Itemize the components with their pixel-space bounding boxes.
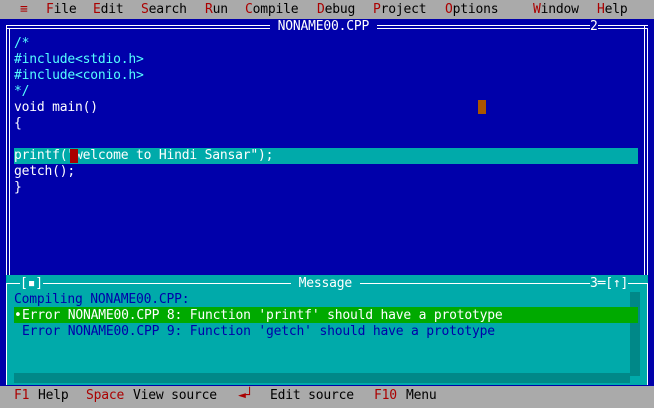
message-scrollbar[interactable] <box>630 292 640 376</box>
status-f10-label: Menu <box>406 388 437 403</box>
status-bar: F1 Help Space View source ◄┘ Edit source… <box>0 386 654 408</box>
menu-debug[interactable]: Debug <box>317 2 355 18</box>
status-f1-key[interactable]: F1 <box>14 388 29 404</box>
menu-edit[interactable]: Edit <box>93 2 124 18</box>
code-line-1[interactable]: /* <box>14 36 29 52</box>
message-title: Message <box>291 276 360 292</box>
menu-window[interactable]: Window <box>533 2 579 18</box>
status-enter-label: Edit source <box>270 388 354 403</box>
editor-title[interactable]: NONAME00.CPP <box>270 19 377 35</box>
menu-options[interactable]: Options <box>445 2 499 18</box>
code-line-5[interactable]: void main() <box>14 100 98 116</box>
status-f1-label: Help <box>38 388 69 403</box>
mouse-cursor <box>478 100 486 114</box>
menu-bar: ≡ File Edit Search Run Compile Debug Pro… <box>0 0 654 19</box>
status-space-label: View source <box>133 388 217 403</box>
message-frame-right <box>647 283 648 385</box>
message-close-button[interactable]: [▪] <box>20 276 43 292</box>
enter-key-icon[interactable]: ◄┘ <box>238 388 253 404</box>
code-line-8[interactable]: printf("welcome to Hindi Sansar"); <box>14 148 274 164</box>
status-f10-key[interactable]: F10 <box>374 388 397 404</box>
message-line-compiling[interactable]: Compiling NONAME00.CPP: <box>14 292 190 308</box>
menu-file[interactable]: File <box>46 2 77 18</box>
editor-frame-left-inner <box>9 28 10 275</box>
message-hscrollbar[interactable] <box>14 373 630 383</box>
message-frame-left <box>6 283 7 385</box>
editor-window-number: 2 <box>590 19 598 35</box>
menu-help[interactable]: Help <box>597 2 628 18</box>
code-line-6[interactable]: { <box>14 116 22 132</box>
message-zoom-button[interactable]: 3═[↑] <box>590 276 628 292</box>
code-line-4[interactable]: */ <box>14 84 29 100</box>
system-menu[interactable]: ≡ <box>20 2 28 18</box>
code-line-2[interactable]: #include<stdio.h> <box>14 52 144 68</box>
status-space-key[interactable]: Space <box>86 388 124 404</box>
menu-run[interactable]: Run <box>205 2 228 18</box>
text-cursor <box>70 149 78 163</box>
code-line-9[interactable]: getch(); <box>14 164 75 180</box>
message-line-error-2[interactable]: Error NONAME00.CPP 9: Function 'getch' s… <box>22 324 495 340</box>
editor-frame-right <box>644 25 645 275</box>
code-line-3[interactable]: #include<conio.h> <box>14 68 144 84</box>
menu-compile[interactable]: Compile <box>245 2 299 18</box>
code-line-10[interactable]: } <box>14 180 22 196</box>
selected-marker: • <box>14 308 22 323</box>
editor-frame-right-inner <box>647 28 648 275</box>
menu-search[interactable]: Search <box>141 2 187 18</box>
editor-frame-left <box>6 25 7 275</box>
menu-project[interactable]: Project <box>373 2 427 18</box>
message-line-error-1[interactable]: Error NONAME00.CPP 8: Function 'printf' … <box>22 308 503 324</box>
